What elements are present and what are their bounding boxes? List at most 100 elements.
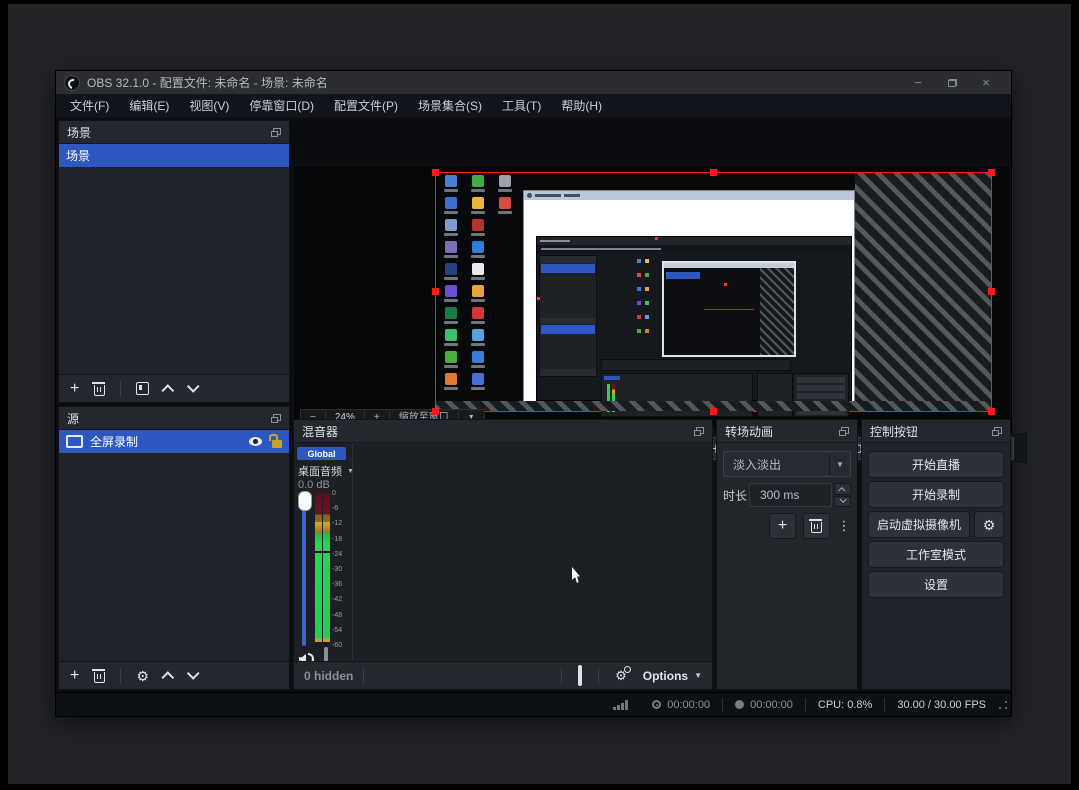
duration-stepper [834, 483, 851, 507]
sources-dock-header: 源 [59, 407, 289, 430]
source-properties-button[interactable]: ⚙ [136, 669, 149, 683]
chevron-down-icon: ▼ [347, 468, 354, 475]
menu-item[interactable]: 帮助(H) [551, 94, 612, 118]
scene-grid-mode-button[interactable] [136, 382, 149, 395]
remove-source-button[interactable] [94, 672, 105, 683]
selection-handle-bottom-center[interactable] [710, 408, 717, 415]
captured-desktop-icon [440, 175, 462, 197]
virtual-camera-button[interactable]: 启动虚拟摄像机 [868, 511, 970, 538]
transitions-body: 淡入淡出 ▼ 时长 300 ms + ⋮ [717, 443, 857, 689]
duration-step-down[interactable] [834, 496, 851, 508]
menu-item[interactable]: 文件(F) [60, 94, 119, 118]
selection-handle-top-left[interactable] [432, 169, 439, 176]
captured-desktop-icon [467, 241, 489, 263]
preview-canvas[interactable]: − 24% + 缩放至窗口 ▼ [293, 165, 1011, 429]
captured-desktop-icon [467, 373, 489, 395]
captured-desktop-icon [467, 197, 489, 219]
duration-input[interactable]: 300 ms [749, 483, 832, 507]
unlock-icon[interactable] [272, 440, 282, 448]
record-timer: 00:00:00 [723, 699, 805, 711]
volume-slider-track[interactable] [302, 493, 306, 646]
source-selection-rect[interactable] [435, 172, 992, 412]
duration-step-up[interactable] [834, 483, 851, 495]
menu-item[interactable]: 配置文件(P) [324, 94, 408, 118]
toolbar-separator [561, 668, 562, 684]
meter-scale-label: -18 [332, 536, 342, 543]
menu-item[interactable]: 编辑(E) [119, 94, 179, 118]
minimize-button[interactable]: − [901, 71, 935, 94]
transitions-dock: 转场动画 淡入淡出 ▼ 时长 300 ms [716, 419, 858, 690]
mouse-cursor [572, 567, 583, 583]
chevron-down-icon: ▼ [829, 454, 850, 475]
channel-name[interactable]: 桌面音频 ▼ [298, 463, 354, 479]
captured-desktop-icon [467, 263, 489, 285]
move-scene-up-button[interactable] [162, 384, 175, 397]
move-source-down-button[interactable] [187, 667, 200, 680]
hatch-region-right [855, 173, 991, 411]
start-recording-button[interactable]: 开始录制 [868, 481, 1004, 508]
gear-icon: ⚙ [983, 518, 996, 532]
studio-mode-button[interactable]: 工作室模式 [868, 541, 1004, 568]
transition-select-value: 淡入淡出 [724, 456, 829, 473]
popout-icon [992, 427, 1002, 436]
settings-button[interactable]: 设置 [868, 571, 1004, 598]
toolbar-separator [120, 381, 121, 397]
add-transition-button[interactable]: + [769, 513, 796, 539]
audio-mixer-dock: 混音器 Global 桌面音频 ▼ 0.0 dB [293, 419, 713, 690]
menu-item[interactable]: 工具(T) [492, 94, 551, 118]
menu-item[interactable]: 场景集合(S) [408, 94, 492, 118]
close-button[interactable]: × [969, 71, 1003, 94]
source-item-selected[interactable]: 全屏录制 [59, 430, 289, 453]
virtual-camera-config-button[interactable]: ⚙ [974, 511, 1004, 538]
transition-properties-button[interactable]: ⋮ [837, 514, 851, 538]
captured-desktop-icon [440, 329, 462, 351]
move-scene-down-button[interactable] [187, 380, 200, 393]
layout-icon [578, 665, 582, 686]
sources-dock: 源 全屏录制 + ⚙ [58, 406, 290, 690]
selection-handle-bottom-left[interactable] [432, 408, 439, 415]
chevron-down-icon: ▼ [694, 671, 702, 680]
transition-select[interactable]: 淡入淡出 ▼ [723, 451, 851, 477]
captured-desktop-icon [467, 285, 489, 307]
captured-desktop-icon [440, 351, 462, 373]
captured-desktop-icons [440, 175, 521, 395]
broadcast-icon [652, 700, 661, 709]
transitions-dock-header: 转场动画 [717, 420, 857, 443]
captured-desktop-icon [440, 263, 462, 285]
selection-handle-mid-right[interactable] [988, 288, 995, 295]
captured-desktop-icon [440, 219, 462, 241]
visibility-eye-icon[interactable] [249, 437, 262, 446]
selection-handle-top-center[interactable] [710, 169, 717, 176]
signal-bars-icon [613, 700, 628, 710]
meter-scale-label: -48 [332, 612, 342, 619]
resize-grip[interactable] [998, 700, 1007, 709]
volume-slider-handle[interactable] [298, 491, 312, 511]
remove-scene-button[interactable] [94, 385, 105, 396]
add-source-button[interactable]: + [70, 669, 79, 683]
captured-desktop-icon [440, 197, 462, 219]
selection-handle-mid-left[interactable] [432, 288, 439, 295]
start-streaming-button[interactable]: 开始直播 [868, 451, 1004, 478]
add-scene-button[interactable]: + [70, 382, 79, 396]
menu-item[interactable]: 停靠窗口(D) [239, 94, 324, 118]
advanced-audio-button[interactable]: ⚙ [609, 667, 633, 685]
menu-item[interactable]: 视图(V) [179, 94, 239, 118]
title-bar: OBS 32.1.0 - 配置文件: 未命名 - 场景: 未命名 − × [56, 71, 1011, 94]
captured-desktop-icon [467, 219, 489, 241]
mixer-options-button[interactable]: Options ▼ [643, 669, 702, 683]
mixer-dock-header: 混音器 [294, 420, 712, 443]
remove-transition-button[interactable] [803, 513, 830, 539]
scene-item-selected[interactable]: 场景 [59, 144, 289, 167]
maximize-button[interactable] [935, 71, 969, 94]
audio-channel-strip: Global 桌面音频 ▼ 0.0 dB 0-6-12-18-24-30-36-… [294, 443, 353, 662]
selection-handle-top-right[interactable] [988, 169, 995, 176]
captured-desktop-icon [467, 307, 489, 329]
transitions-title: 转场动画 [725, 423, 773, 440]
move-source-up-button[interactable] [161, 671, 174, 684]
mixer-layout-button[interactable] [572, 667, 588, 685]
selection-handle-bottom-right[interactable] [988, 408, 995, 415]
captured-desktop-icon [467, 351, 489, 373]
meter-scale-label: -30 [332, 566, 342, 573]
audio-meter-right [323, 493, 330, 646]
controls-dock-header: 控制按钮 [862, 420, 1010, 443]
